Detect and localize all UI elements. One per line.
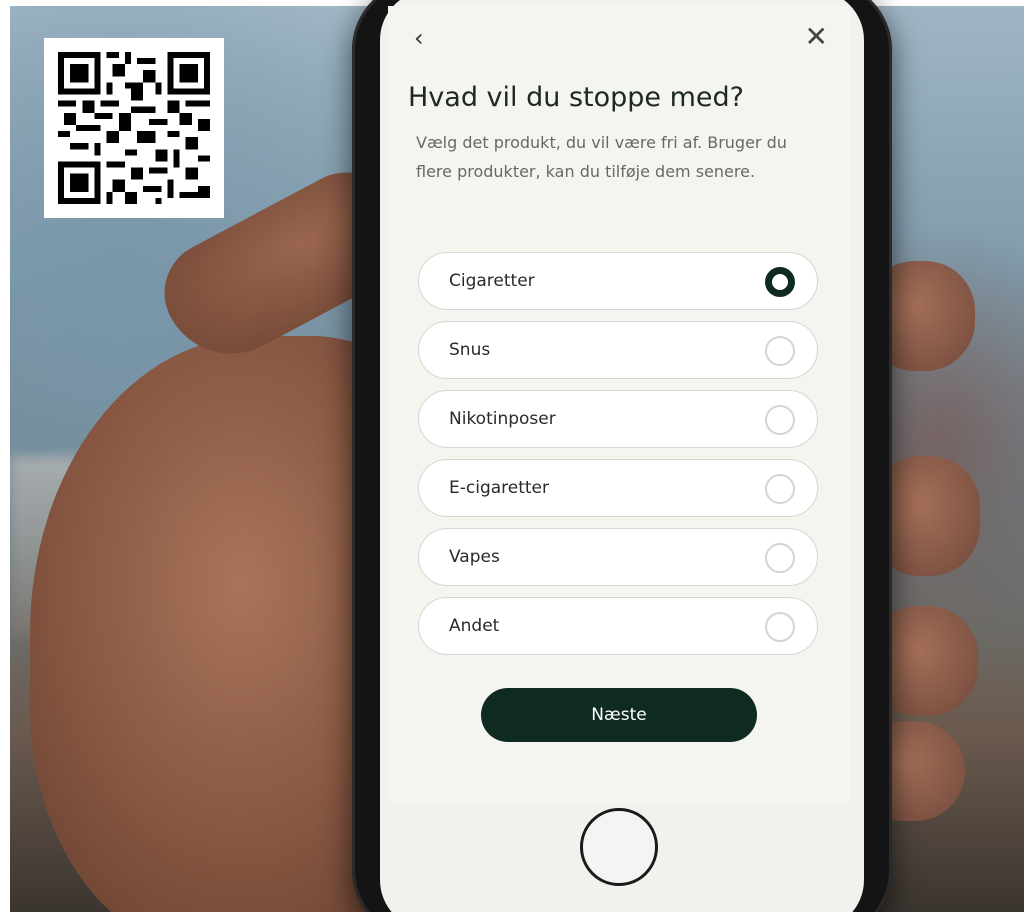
close-icon[interactable]: ✕ xyxy=(805,20,828,53)
home-button[interactable] xyxy=(580,808,658,886)
radio-unselected-icon[interactable] xyxy=(765,336,795,366)
radio-unselected-icon[interactable] xyxy=(765,612,795,642)
radio-unselected-icon[interactable] xyxy=(765,405,795,435)
option-label: Cigaretter xyxy=(449,271,535,291)
option-snus[interactable]: Snus xyxy=(418,321,818,379)
option-label: E-cigaretter xyxy=(449,478,550,498)
option-label: Vapes xyxy=(449,547,500,567)
next-button[interactable]: Næste xyxy=(481,688,757,742)
option-e-cigaretter[interactable]: E-cigaretter xyxy=(418,459,818,517)
option-cigaretter[interactable]: Cigaretter xyxy=(418,252,818,310)
page-title: Hvad vil du stoppe med? xyxy=(408,82,744,113)
product-options: Cigaretter Snus Nikotinposer E-cigarette… xyxy=(418,252,818,666)
page-subtitle: Vælg det produkt, du vil være fri af. Br… xyxy=(416,133,787,181)
radio-selected-icon[interactable] xyxy=(765,267,795,297)
option-vapes[interactable]: Vapes xyxy=(418,528,818,586)
app-screen: ‹ ✕ Hvad vil du stoppe med? Vælg det pro… xyxy=(388,6,850,802)
radio-unselected-icon[interactable] xyxy=(765,474,795,504)
option-andet[interactable]: Andet xyxy=(418,597,818,655)
option-label: Snus xyxy=(449,340,491,360)
qr-code-icon xyxy=(58,52,210,204)
qr-code[interactable] xyxy=(44,38,224,218)
option-label: Nikotinposer xyxy=(449,409,556,429)
option-nikotinposer[interactable]: Nikotinposer xyxy=(418,390,818,448)
option-label: Andet xyxy=(449,616,500,636)
back-icon[interactable]: ‹ xyxy=(414,24,424,52)
radio-unselected-icon[interactable] xyxy=(765,543,795,573)
